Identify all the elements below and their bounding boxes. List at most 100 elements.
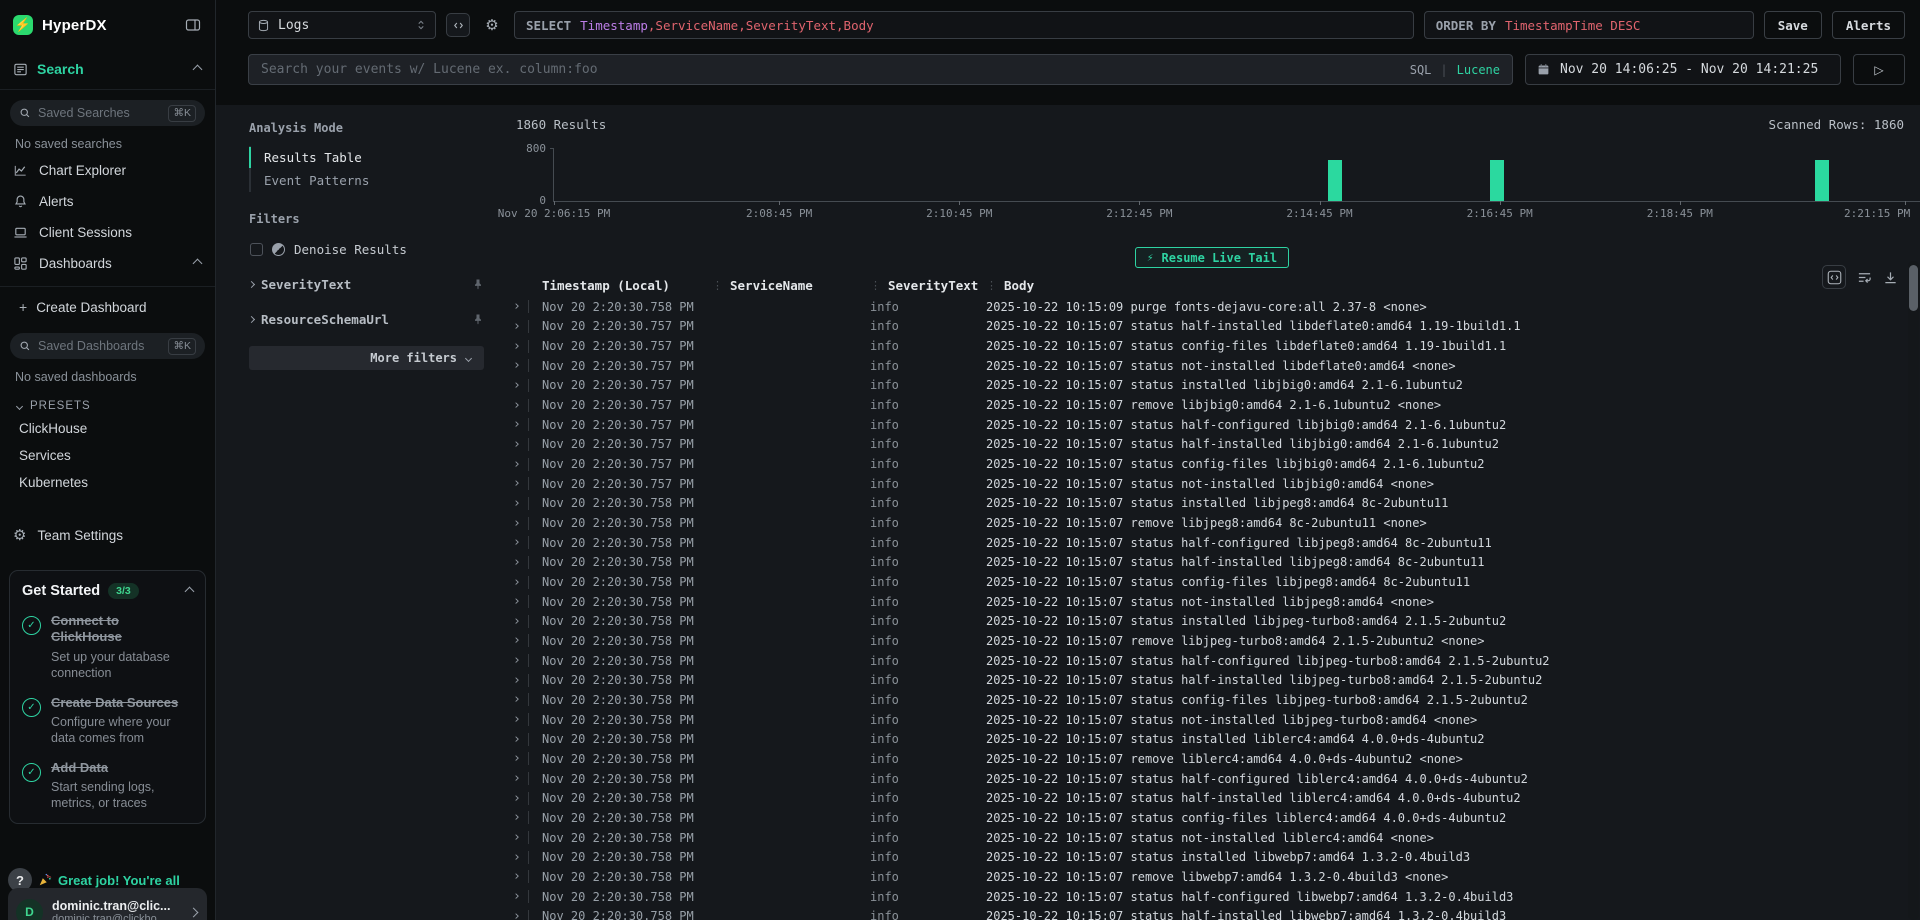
row-expand-chevron-icon[interactable]: › xyxy=(513,359,521,372)
table-row[interactable]: ›Nov 20 2:20:30.758 PMinfo2025-10-22 10:… xyxy=(510,867,1920,887)
column-header-servicename[interactable]: ⋮ServiceName xyxy=(706,278,864,293)
table-row[interactable]: ›Nov 20 2:20:30.758 PMinfo2025-10-22 10:… xyxy=(510,651,1920,671)
row-expand-chevron-icon[interactable]: › xyxy=(513,379,521,392)
more-filters-button[interactable]: More filters xyxy=(249,346,484,370)
table-row[interactable]: ›Nov 20 2:20:30.758 PMinfo2025-10-22 10:… xyxy=(510,788,1920,808)
resume-live-tail-button[interactable]: ⚡ Resume Live Tail xyxy=(1135,247,1289,268)
vertical-scrollbar[interactable] xyxy=(1908,261,1919,920)
chevron-up-icon[interactable] xyxy=(185,586,195,596)
row-expand-chevron-icon[interactable]: › xyxy=(513,654,521,667)
sidebar-preset-clickhouse[interactable]: ClickHouse xyxy=(0,415,215,442)
saved-searches-input[interactable]: Saved Searches ⌘K xyxy=(10,100,205,126)
row-expand-chevron-icon[interactable]: › xyxy=(513,399,521,412)
row-expand-chevron-icon[interactable]: › xyxy=(513,576,521,589)
pin-icon[interactable] xyxy=(472,313,484,325)
mode-sql-option[interactable]: SQL xyxy=(1410,63,1432,77)
row-expand-chevron-icon[interactable]: › xyxy=(513,517,521,530)
row-expand-chevron-icon[interactable]: › xyxy=(513,792,521,805)
settings-gear-button[interactable]: ⚙ xyxy=(480,13,504,37)
table-row[interactable]: ›Nov 20 2:20:30.758 PMinfo2025-10-22 10:… xyxy=(510,572,1920,592)
row-expand-chevron-icon[interactable]: › xyxy=(513,615,521,628)
order-by-input[interactable]: ORDER BY TimestampTime DESC xyxy=(1424,11,1754,39)
table-row[interactable]: ›Nov 20 2:20:30.758 PMinfo2025-10-22 10:… xyxy=(510,906,1920,920)
collapse-sidebar-icon[interactable] xyxy=(185,17,201,33)
table-row[interactable]: ›Nov 20 2:20:30.758 PMinfo2025-10-22 10:… xyxy=(510,592,1920,612)
sidebar-item-search[interactable]: Search xyxy=(0,45,215,90)
table-row[interactable]: ›Nov 20 2:20:30.758 PMinfo2025-10-22 10:… xyxy=(510,553,1920,573)
column-header-timestamp[interactable]: Timestamp (Local) xyxy=(536,278,706,293)
source-select[interactable]: Logs xyxy=(248,11,436,39)
table-row[interactable]: ›Nov 20 2:20:30.758 PMinfo2025-10-22 10:… xyxy=(510,847,1920,867)
get-started-header[interactable]: Get Started 3/3 xyxy=(22,583,193,599)
row-expand-chevron-icon[interactable]: › xyxy=(513,418,521,431)
table-row[interactable]: ›Nov 20 2:20:30.757 PMinfo2025-10-22 10:… xyxy=(510,415,1920,435)
sidebar-preset-services[interactable]: Services xyxy=(0,442,215,469)
table-row[interactable]: ›Nov 20 2:20:30.757 PMinfo2025-10-22 10:… xyxy=(510,336,1920,356)
chart-bar[interactable] xyxy=(1328,160,1342,201)
alerts-button[interactable]: Alerts xyxy=(1832,11,1905,39)
sidebar-item-alerts[interactable]: Alerts xyxy=(0,186,215,217)
scrollbar-thumb[interactable] xyxy=(1909,265,1918,311)
table-row[interactable]: ›Nov 20 2:20:30.758 PMinfo2025-10-22 10:… xyxy=(510,769,1920,789)
table-row[interactable]: ›Nov 20 2:20:30.757 PMinfo2025-10-22 10:… xyxy=(510,317,1920,337)
table-row[interactable]: ›Nov 20 2:20:30.758 PMinfo2025-10-22 10:… xyxy=(510,808,1920,828)
table-row[interactable]: ›Nov 20 2:20:30.758 PMinfo2025-10-22 10:… xyxy=(510,513,1920,533)
row-expand-chevron-icon[interactable]: › xyxy=(513,811,521,824)
chevron-up-icon[interactable] xyxy=(193,64,203,74)
denoise-results-row[interactable]: Denoise Results xyxy=(249,239,484,259)
table-row[interactable]: ›Nov 20 2:20:30.757 PMinfo2025-10-22 10:… xyxy=(510,376,1920,396)
mode-lucene-option[interactable]: Lucene xyxy=(1457,63,1500,77)
row-expand-chevron-icon[interactable]: › xyxy=(513,831,521,844)
select-clause-input[interactable]: SELECT Timestamp,ServiceName,SeverityTex… xyxy=(514,11,1414,39)
row-expand-chevron-icon[interactable]: › xyxy=(513,595,521,608)
table-row[interactable]: ›Nov 20 2:20:30.757 PMinfo2025-10-22 10:… xyxy=(510,395,1920,415)
row-expand-chevron-icon[interactable]: › xyxy=(513,851,521,864)
table-row[interactable]: ›Nov 20 2:20:30.758 PMinfo2025-10-22 10:… xyxy=(510,729,1920,749)
create-dashboard-button[interactable]: + Create Dashboard xyxy=(0,291,215,323)
table-row[interactable]: ›Nov 20 2:20:30.758 PMinfo2025-10-22 10:… xyxy=(510,297,1920,317)
chart-bar[interactable] xyxy=(1815,160,1829,201)
mode-results-table[interactable]: Results Table xyxy=(251,146,484,169)
sidebar-item-client-sessions[interactable]: Client Sessions xyxy=(0,217,215,248)
wrap-lines-icon[interactable] xyxy=(1857,270,1872,285)
run-query-button[interactable]: ▷ xyxy=(1853,54,1905,85)
row-expand-chevron-icon[interactable]: › xyxy=(513,713,521,726)
save-button[interactable]: Save xyxy=(1764,11,1822,39)
time-range-picker[interactable]: Nov 20 14:06:25 - Nov 20 14:21:25 xyxy=(1525,54,1841,85)
sidebar-item-team-settings[interactable]: ⚙ Team Settings xyxy=(0,518,215,553)
row-expand-chevron-icon[interactable]: › xyxy=(513,733,521,746)
row-expand-chevron-icon[interactable]: › xyxy=(513,320,521,333)
row-expand-chevron-icon[interactable]: › xyxy=(513,536,521,549)
presets-toggle[interactable]: PRESETS xyxy=(0,388,215,415)
saved-dashboards-input[interactable]: Saved Dashboards ⌘K xyxy=(10,333,205,359)
user-menu[interactable]: D dominic.tran@clic... dominic.tran@clic… xyxy=(8,888,207,920)
chevron-up-icon[interactable] xyxy=(193,259,203,269)
table-row[interactable]: ›Nov 20 2:20:30.758 PMinfo2025-10-22 10:… xyxy=(510,631,1920,651)
table-row[interactable]: ›Nov 20 2:20:30.758 PMinfo2025-10-22 10:… xyxy=(510,710,1920,730)
row-expand-chevron-icon[interactable]: › xyxy=(513,340,521,353)
filter-group-severitytext[interactable]: SeverityText xyxy=(249,274,484,294)
row-expand-chevron-icon[interactable]: › xyxy=(513,870,521,883)
table-row[interactable]: ›Nov 20 2:20:30.757 PMinfo2025-10-22 10:… xyxy=(510,454,1920,474)
row-expand-chevron-icon[interactable]: › xyxy=(513,772,521,785)
chart-bar[interactable] xyxy=(1490,160,1504,201)
expand-json-button[interactable] xyxy=(1822,265,1846,289)
column-header-body[interactable]: ⋮Body xyxy=(980,278,1920,293)
table-row[interactable]: ›Nov 20 2:20:30.757 PMinfo2025-10-22 10:… xyxy=(510,435,1920,455)
table-row[interactable]: ›Nov 20 2:20:30.758 PMinfo2025-10-22 10:… xyxy=(510,690,1920,710)
row-expand-chevron-icon[interactable]: › xyxy=(513,752,521,765)
denoise-checkbox[interactable] xyxy=(250,243,263,256)
row-expand-chevron-icon[interactable]: › xyxy=(513,910,521,920)
row-expand-chevron-icon[interactable]: › xyxy=(513,300,521,313)
row-expand-chevron-icon[interactable]: › xyxy=(513,556,521,569)
download-icon[interactable] xyxy=(1883,270,1898,285)
table-row[interactable]: ›Nov 20 2:20:30.757 PMinfo2025-10-22 10:… xyxy=(510,356,1920,376)
row-expand-chevron-icon[interactable]: › xyxy=(513,634,521,647)
column-header-severitytext[interactable]: ⋮SeverityText xyxy=(864,278,980,293)
table-row[interactable]: ›Nov 20 2:20:30.758 PMinfo2025-10-22 10:… xyxy=(510,612,1920,632)
row-expand-chevron-icon[interactable]: › xyxy=(513,477,521,490)
table-row[interactable]: ›Nov 20 2:20:30.758 PMinfo2025-10-22 10:… xyxy=(510,828,1920,848)
table-row[interactable]: ›Nov 20 2:20:30.757 PMinfo2025-10-22 10:… xyxy=(510,474,1920,494)
pin-icon[interactable] xyxy=(472,278,484,290)
sidebar-item-chart-explorer[interactable]: Chart Explorer xyxy=(0,155,215,186)
